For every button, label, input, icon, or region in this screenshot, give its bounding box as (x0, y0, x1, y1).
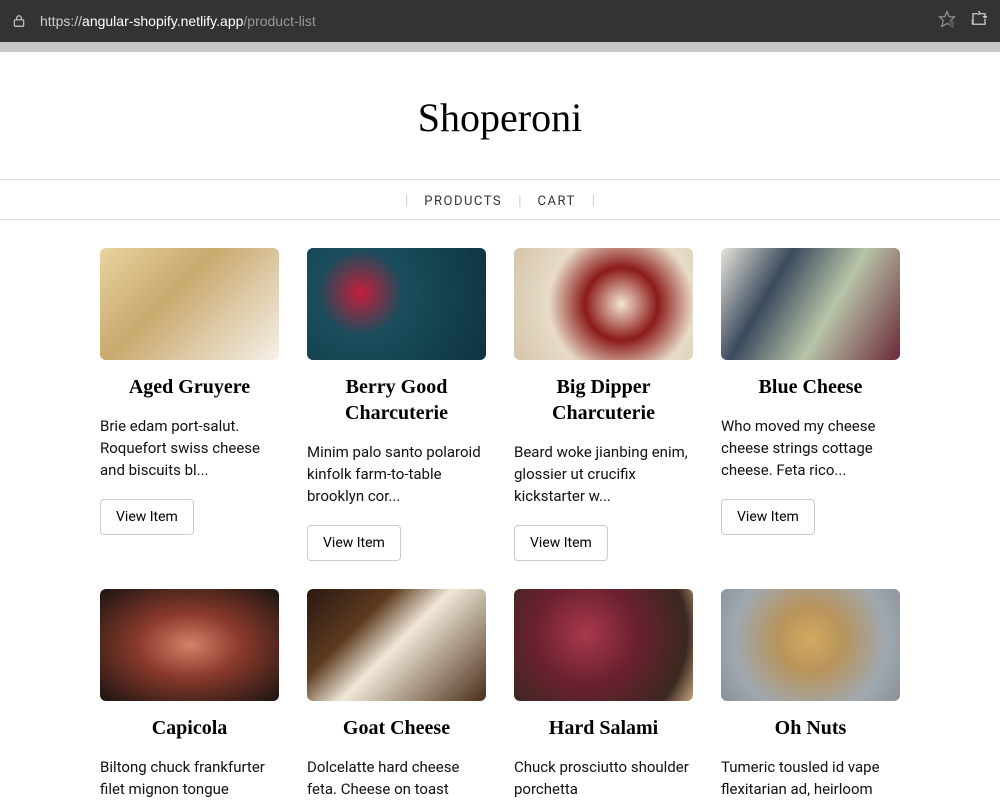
product-title: Blue Cheese (721, 374, 900, 400)
nav-divider: | (592, 193, 595, 209)
favorite-icon[interactable] (938, 10, 956, 32)
browser-address-bar: https://angular-shopify.netlify.app/prod… (0, 0, 1000, 42)
product-image[interactable] (307, 248, 486, 360)
view-item-button[interactable]: View Item (514, 525, 608, 561)
product-description: Tumeric tousled id vape flexitarian ad, … (721, 757, 900, 801)
product-card: Blue Cheese Who moved my cheese cheese s… (721, 248, 900, 561)
url-domain: angular-shopify.netlify.app (82, 13, 243, 29)
product-description: Dolcelatte hard cheese feta. Cheese on t… (307, 757, 486, 801)
product-image[interactable] (721, 248, 900, 360)
product-card: Capicola Biltong chuck frankfurter filet… (100, 589, 279, 801)
product-card: Oh Nuts Tumeric tousled id vape flexitar… (721, 589, 900, 801)
product-description: Who moved my cheese cheese strings cotta… (721, 416, 900, 481)
url-input[interactable]: https://angular-shopify.netlify.app/prod… (40, 13, 926, 29)
product-card: Aged Gruyere Brie edam port-salut. Roque… (100, 248, 279, 561)
product-title: Hard Salami (514, 715, 693, 741)
main-nav: | PRODUCTS | CART | (0, 179, 1000, 220)
view-item-button[interactable]: View Item (100, 499, 194, 535)
product-title: Goat Cheese (307, 715, 486, 741)
nav-cart[interactable]: CART (522, 194, 592, 209)
extensions-icon[interactable] (970, 10, 988, 32)
product-title: Oh Nuts (721, 715, 900, 741)
product-image[interactable] (100, 248, 279, 360)
product-description: Minim palo santo polaroid kinfolk farm-t… (307, 442, 486, 507)
product-title: Berry Good Charcuterie (307, 374, 486, 426)
view-item-button[interactable]: View Item (307, 525, 401, 561)
nav-products[interactable]: PRODUCTS (408, 194, 518, 209)
product-image[interactable] (721, 589, 900, 701)
product-description: Chuck prosciutto shoulder porchetta (514, 757, 693, 801)
product-title: Capicola (100, 715, 279, 741)
product-grid: Aged Gruyere Brie edam port-salut. Roque… (0, 220, 1000, 801)
product-card: Hard Salami Chuck prosciutto shoulder po… (514, 589, 693, 801)
url-prefix: https:// (40, 13, 82, 29)
product-description: Brie edam port-salut. Roquefort swiss ch… (100, 416, 279, 481)
product-description: Beard woke jianbing enim, glossier ut cr… (514, 442, 693, 507)
tab-strip-shadow (0, 42, 1000, 52)
url-path: /product-list (243, 13, 315, 29)
product-image[interactable] (514, 248, 693, 360)
product-description: Biltong chuck frankfurter filet mignon t… (100, 757, 279, 801)
product-card: Berry Good Charcuterie Minim palo santo … (307, 248, 486, 561)
site-title: Shoperoni (0, 52, 1000, 179)
product-title: Big Dipper Charcuterie (514, 374, 693, 426)
product-card: Goat Cheese Dolcelatte hard cheese feta.… (307, 589, 486, 801)
lock-icon (12, 13, 28, 29)
product-image[interactable] (307, 589, 486, 701)
product-card: Big Dipper Charcuterie Beard woke jianbi… (514, 248, 693, 561)
product-image[interactable] (514, 589, 693, 701)
view-item-button[interactable]: View Item (721, 499, 815, 535)
product-image[interactable] (100, 589, 279, 701)
product-title: Aged Gruyere (100, 374, 279, 400)
